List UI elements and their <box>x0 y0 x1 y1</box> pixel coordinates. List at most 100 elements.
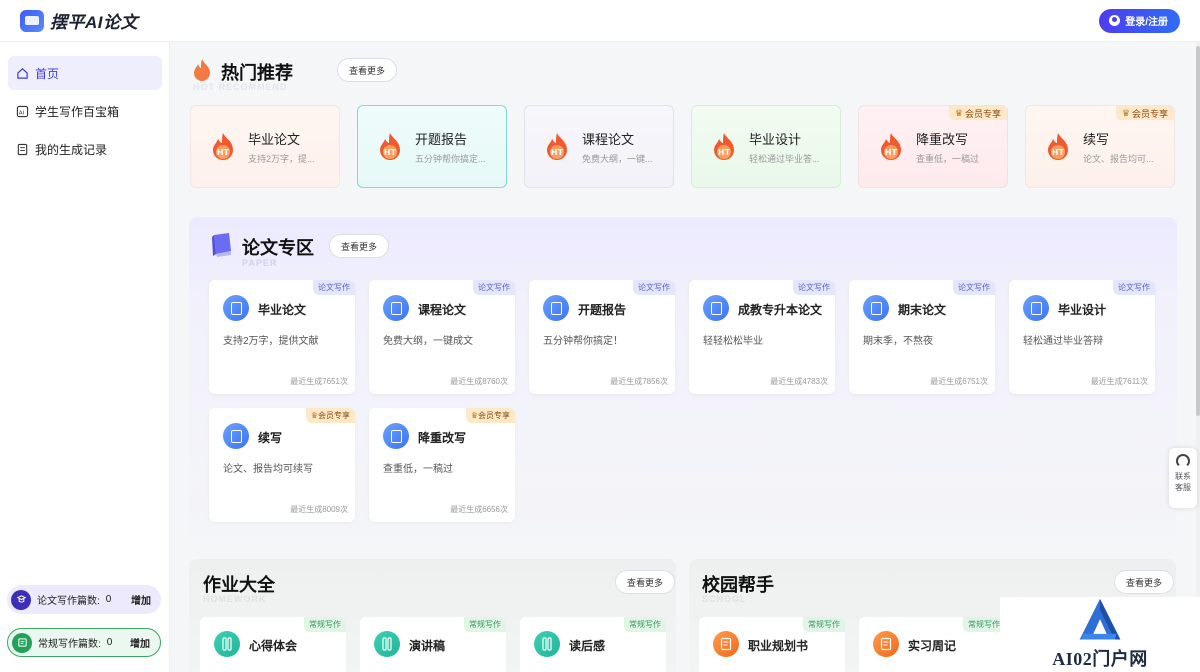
hot-card-desc: 支持2万字，提... <box>248 153 315 164</box>
paper-count-stat: 论文写作篇数: 0 增加 <box>7 585 161 614</box>
hot-more-button[interactable]: 查看更多 <box>337 58 398 82</box>
paper-count-add-button[interactable]: 增加 <box>131 592 151 607</box>
flame-icon: HT <box>714 132 734 160</box>
page-scrollbar[interactable] <box>1196 42 1200 672</box>
hot-card-text: 开题报告五分钟帮你搞定... <box>415 129 486 165</box>
paper-card-title: 毕业论文 <box>258 303 307 317</box>
normal-count-add-button[interactable]: 增加 <box>130 635 150 650</box>
paper-card[interactable]: 开题报告 五分钟帮你搞定！ 最近生成7856次 论文写作 <box>529 280 675 394</box>
sidebar-item-label: 首页 <box>35 66 60 81</box>
document-icon <box>383 423 409 449</box>
sidebar: 首页 AI 学生写作百宝箱 我的生成记录 论文写作篇数: 0 增加 常规写作篇数… <box>0 42 170 672</box>
watermark-logo <box>1079 598 1121 640</box>
paper-card-desc: 轻轻松松毕业 <box>703 336 763 347</box>
hot-card-title: 续写 <box>1083 131 1110 147</box>
hot-card-title: 开题报告 <box>415 131 468 147</box>
paper-card-count: 最近生成4783次 <box>770 377 828 386</box>
campus-card[interactable]: 实习周记 常规写作 <box>859 617 1005 672</box>
flame-icon: HT <box>213 132 233 160</box>
hot-card[interactable]: HT 毕业设计 轻松通过毕业答... <box>691 105 841 188</box>
sidebar-item-label: 我的生成记录 <box>35 142 108 157</box>
hot-card-desc: 五分钟帮你搞定... <box>415 153 486 164</box>
paper-card-title: 毕业设计 <box>1058 303 1107 317</box>
crown-icon: ♛ <box>310 411 318 420</box>
paper-card-tag: 论文写作 <box>473 280 515 295</box>
customer-service-button[interactable]: 联系 客服 <box>1169 448 1197 508</box>
campus-card[interactable]: 职业规划书 常规写作 <box>699 617 845 672</box>
homework-card-title: 演讲稿 <box>409 639 446 653</box>
edit-stat-icon <box>12 632 32 653</box>
paper-count-label: 论文写作篇数: <box>37 596 100 607</box>
campus-icon <box>873 631 899 657</box>
hot-card[interactable]: HT 降重改写 查重低，一稿过 ♛ 会员专享 <box>858 105 1008 188</box>
hot-card-title: 课程论文 <box>582 131 635 147</box>
paper-stat-icon <box>11 589 31 610</box>
login-label: 登录/注册 <box>1125 17 1168 28</box>
paper-card-tag: 论文写作 <box>633 280 675 295</box>
paper-card[interactable]: 降重改写 查重低，一稿过 最近生成6656次 ♛ 会员专享 <box>369 408 515 522</box>
paper-card-count: 最近生成7611次 <box>1090 377 1148 386</box>
document-icon <box>1023 295 1049 321</box>
paper-card-tag: ♛ 会员专享 <box>305 408 355 423</box>
hot-card-desc: 轻松通过毕业答... <box>749 153 820 164</box>
document-icon <box>223 423 249 449</box>
hot-card-text: 续写 论文、报告均可... <box>1083 129 1154 165</box>
vip-badge-label: 会员专享 <box>964 108 1001 119</box>
sidebar-item-label: 学生写作百宝箱 <box>35 104 120 119</box>
paper-more-button[interactable]: 查看更多 <box>329 234 390 258</box>
paper-card[interactable]: 毕业设计 轻松通过毕业答辩 最近生成7611次 论文写作 <box>1009 280 1155 394</box>
campus-card-title: 实习周记 <box>908 639 957 653</box>
svg-text:HT: HT <box>217 148 230 157</box>
homework-card-tag: 常规写作 <box>304 617 346 632</box>
logo[interactable]: 摆平AI论文 <box>20 8 138 33</box>
campus-more-button[interactable]: 查看更多 <box>1114 570 1175 594</box>
user-icon <box>1109 15 1121 26</box>
sidebar-item-records[interactable]: 我的生成记录 <box>8 132 162 166</box>
document-icon <box>223 295 249 321</box>
paper-card-title: 期末论文 <box>898 303 947 317</box>
flame-icon: HT <box>881 132 901 160</box>
homework-section-subtitle: HOMEWORK <box>203 594 267 604</box>
vip-badge-label: 会员专享 <box>1131 108 1168 119</box>
homework-card-tag: 常规写作 <box>624 617 666 632</box>
scrollbar-thumb[interactable] <box>1196 46 1200 416</box>
home-icon <box>17 67 28 79</box>
paper-card-tag-label: 论文写作 <box>798 283 830 292</box>
svg-text:HT: HT <box>384 148 397 157</box>
headset-icon <box>1176 454 1190 468</box>
homework-card[interactable]: 心得体会 常规写作 <box>200 617 346 672</box>
svg-text:HT: HT <box>1052 148 1065 157</box>
paper-card[interactable]: 成教专升本论文 轻轻松松毕业 最近生成4783次 论文写作 <box>689 280 835 394</box>
main-content: 热门推荐 HOT RECOMMEND 查看更多 HT 毕业论文 支持2万字，提...… <box>171 42 1196 672</box>
document-icon <box>543 295 569 321</box>
document-icon <box>863 295 889 321</box>
paper-card-count: 最近生成8009次 <box>290 505 348 514</box>
hot-card-text: 毕业设计 轻松通过毕业答... <box>749 129 820 165</box>
paper-card[interactable]: 续写 论文、报告均可续写 最近生成8009次 ♛ 会员专享 <box>209 408 355 522</box>
normal-count-stat: 常规写作篇数: 0 增加 <box>7 628 161 657</box>
homework-card[interactable]: 演讲稿 常规写作 <box>360 617 506 672</box>
homework-card-tag-label: 常规写作 <box>309 620 341 629</box>
homework-more-button[interactable]: 查看更多 <box>615 570 676 594</box>
hot-card[interactable]: HT 毕业论文 支持2万字，提... <box>190 105 340 188</box>
paper-card[interactable]: 课程论文 免费大纲，一键成文 最近生成8760次 论文写作 <box>369 280 515 394</box>
watermark: AI02门户网 <box>1000 597 1200 672</box>
sidebar-item-toolbox[interactable]: AI 学生写作百宝箱 <box>8 94 162 128</box>
hot-card-text: 课程论文 免费大纲，一键... <box>582 129 653 165</box>
hot-card[interactable]: HT 开题报告五分钟帮你搞定... <box>357 105 507 188</box>
campus-card-tag-label: 常规写作 <box>808 620 840 629</box>
sidebar-item-home[interactable]: 首页 <box>8 56 162 90</box>
hot-card-text: 毕业论文 支持2万字，提... <box>248 129 315 165</box>
paper-card[interactable]: 毕业论文 支持2万字，提供文献 最近生成7651次 论文写作 <box>209 280 355 394</box>
paper-card[interactable]: 期末论文 期末季，不熬夜 最近生成6751次 论文写作 <box>849 280 995 394</box>
campus-card-tag: 常规写作 <box>803 617 845 632</box>
hot-card[interactable]: HT 续写 论文、报告均可... ♛ 会员专享 <box>1025 105 1175 188</box>
service-label-1: 联系 <box>1175 472 1191 481</box>
login-register-button[interactable]: 登录/注册 <box>1099 8 1180 33</box>
homework-card[interactable]: 读后感 常规写作 <box>520 617 666 672</box>
paper-section-subtitle: PAPER <box>242 258 278 268</box>
svg-text:HT: HT <box>885 148 898 157</box>
hot-card[interactable]: HT 课程论文 免费大纲，一键... <box>524 105 674 188</box>
crown-icon: ♛ <box>954 107 963 118</box>
hot-section-subtitle: HOT RECOMMEND <box>193 82 288 92</box>
